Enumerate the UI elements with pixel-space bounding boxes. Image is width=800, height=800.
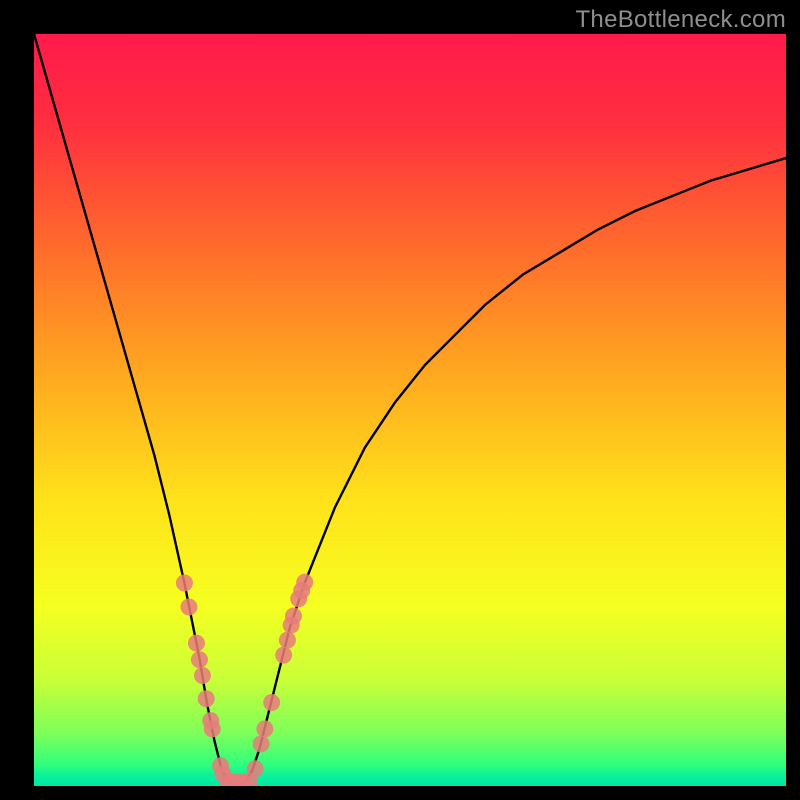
marker-point — [191, 651, 208, 668]
watermark-text: TheBottleneck.com — [575, 6, 786, 34]
marker-point — [247, 760, 264, 777]
marker-point — [263, 694, 280, 711]
marker-point — [253, 735, 270, 752]
curve-layer — [34, 34, 786, 786]
sample-markers — [176, 574, 313, 786]
marker-point — [296, 574, 313, 591]
marker-point — [279, 632, 296, 649]
marker-point — [176, 574, 193, 591]
bottleneck-curve — [34, 34, 786, 786]
marker-point — [198, 690, 215, 707]
marker-point — [256, 720, 273, 737]
marker-point — [194, 667, 211, 684]
plot-area — [34, 34, 786, 786]
marker-point — [204, 720, 221, 737]
chart-frame: TheBottleneck.com — [0, 0, 800, 800]
marker-point — [275, 647, 292, 664]
marker-point — [180, 599, 197, 616]
marker-point — [285, 608, 302, 625]
marker-point — [188, 635, 205, 652]
